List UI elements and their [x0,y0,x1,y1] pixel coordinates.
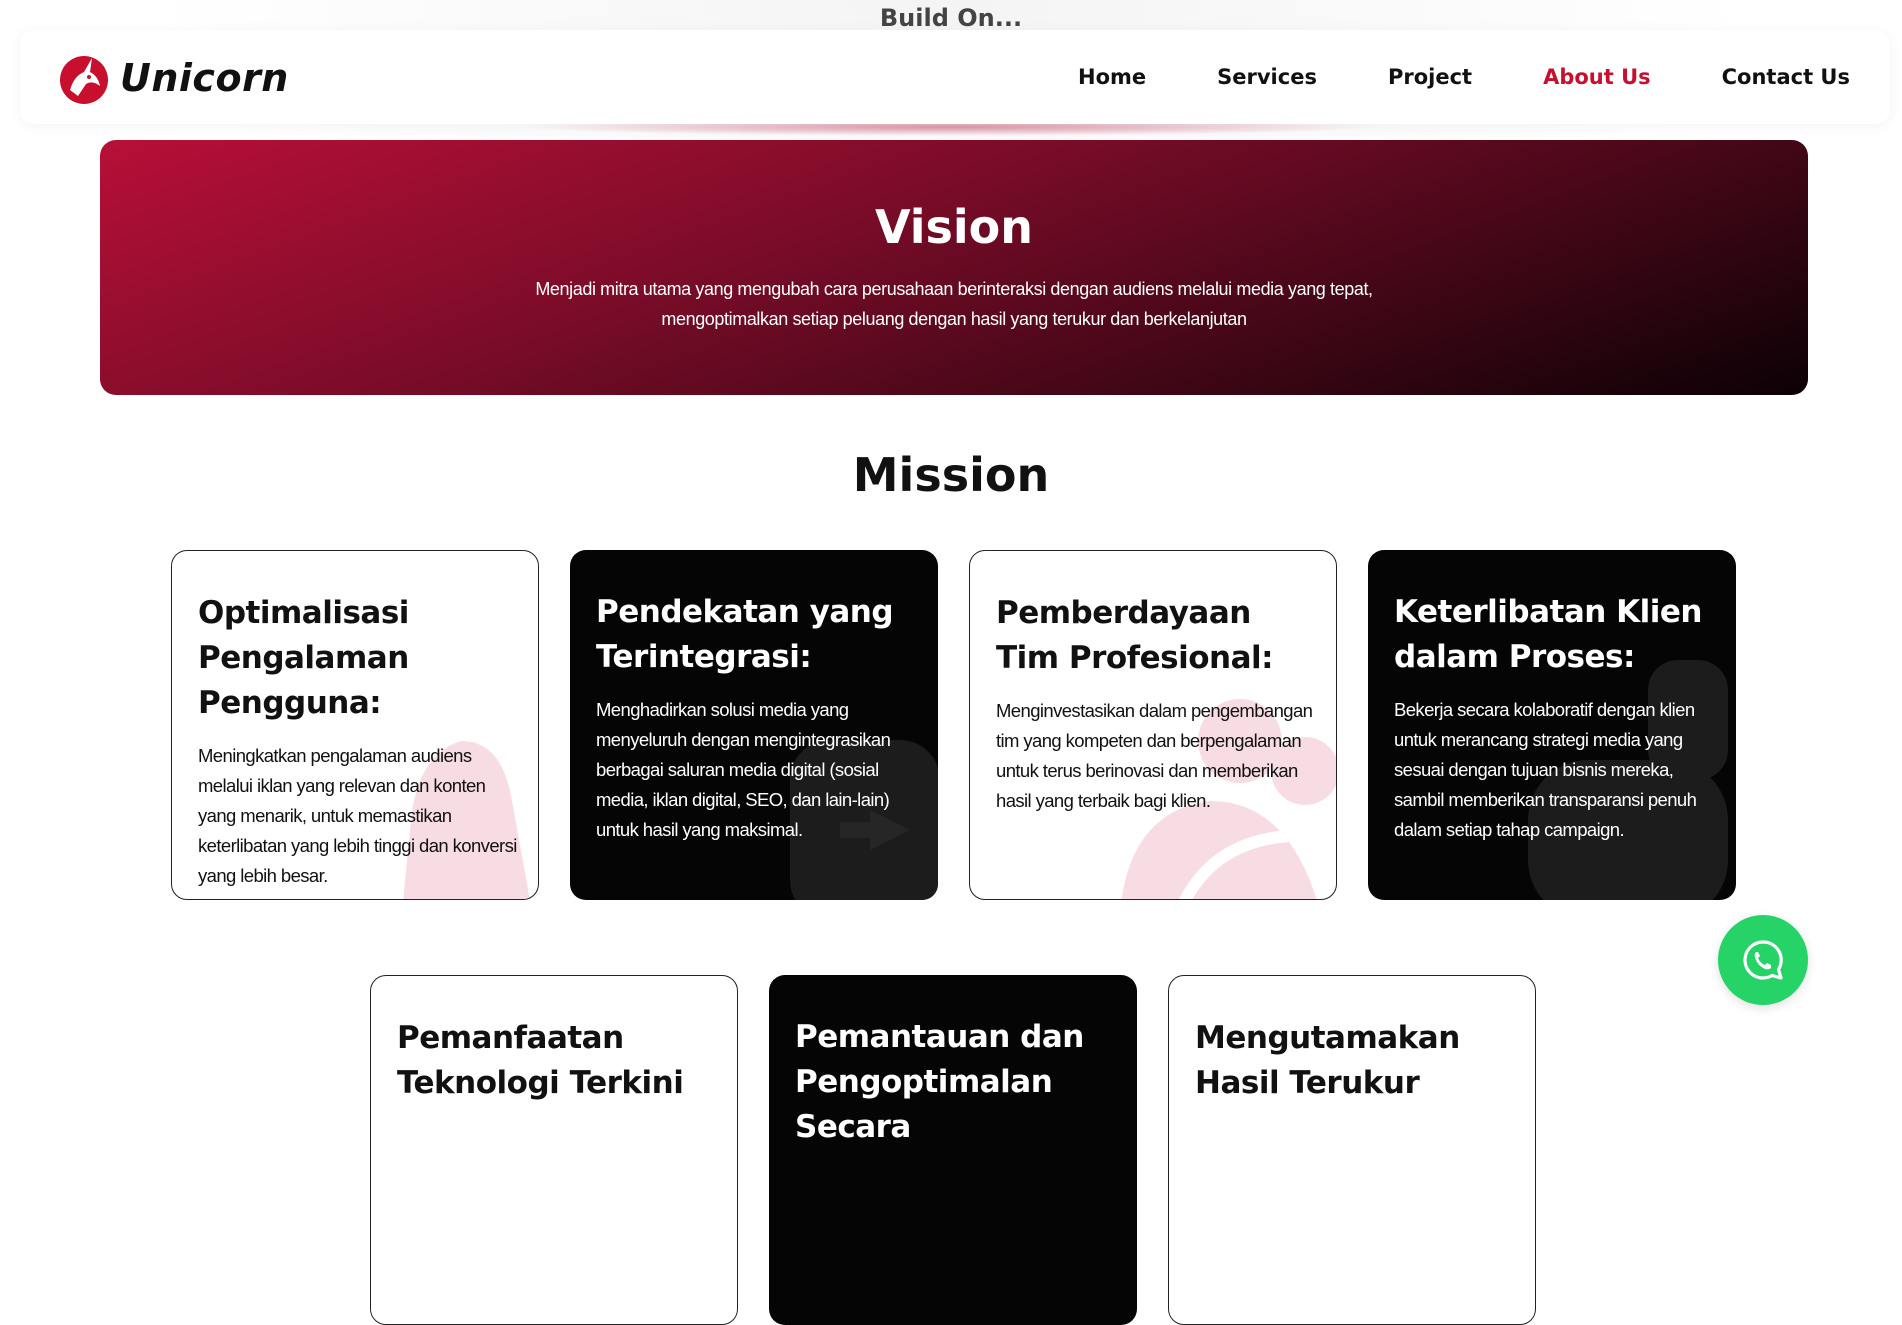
nav-about-us[interactable]: About Us [1543,65,1651,89]
mission-card-4: Keterlibatan Klien dalam Proses: Bekerja… [1368,550,1736,900]
nav-project[interactable]: Project [1388,65,1472,89]
navbar: Unicorn Home Services Project About Us C… [20,30,1890,124]
mission-card-title: Mengutamakan Hasil Terukur [1195,1020,1460,1101]
vision-text: Menjadi mitra utama yang mengubah cara p… [535,279,1373,329]
main-nav: Home Services Project About Us Contact U… [1007,30,1850,124]
logo[interactable]: Unicorn [56,50,289,106]
vision-banner: Vision Menjadi mitra utama yang mengubah… [100,140,1808,395]
whatsapp-icon [1743,940,1783,980]
mission-card-text: Menginvestasikan dalam pengembangan tim … [996,700,1313,811]
nav-contact-us[interactable]: Contact Us [1722,65,1850,89]
nav-services[interactable]: Services [1217,65,1317,89]
mission-card-title: Pemanfaatan Teknologi Terkini [397,1020,684,1101]
mission-card-text: Menghadirkan solusi media yang menyeluru… [596,699,891,840]
top-banner-text: Build On... [879,4,1023,32]
vision-title: Vision [874,200,1034,254]
brand-name: Unicorn [120,56,289,100]
mission-card-title: Optimalisasi Pengalaman Pengguna: [198,595,409,721]
mission-card-title: Pemberdayaan Tim Profesional: [996,595,1274,676]
mission-card-text: Meningkatkan pengalaman audiens melalui … [198,745,517,886]
whatsapp-button[interactable] [1718,915,1808,1005]
mission-card-3: Pemberdayaan Tim Profesional: Menginvest… [969,550,1337,900]
mission-card-6: Pemantauan dan Pengoptimalan Secara [769,975,1137,1325]
mission-card-title: Keterlibatan Klien dalam Proses: [1394,594,1702,675]
mission-card-title: Pemantauan dan Pengoptimalan Secara [795,1019,1084,1145]
nav-home[interactable]: Home [1078,65,1146,89]
unicorn-logo-icon [60,56,108,104]
mission-card-2: Pendekatan yang Terintegrasi: Menghadirk… [570,550,938,900]
mission-card-5: Pemanfaatan Teknologi Terkini [370,975,738,1325]
mission-title: Mission [852,448,1050,502]
mission-card-title: Pendekatan yang Terintegrasi: [596,594,894,675]
mission-card-1: Optimalisasi Pengalaman Pengguna: Mening… [171,550,539,900]
mission-card-7: Mengutamakan Hasil Terukur [1168,975,1536,1325]
mission-card-text: Bekerja secara kolaboratif dengan klien … [1394,699,1697,840]
